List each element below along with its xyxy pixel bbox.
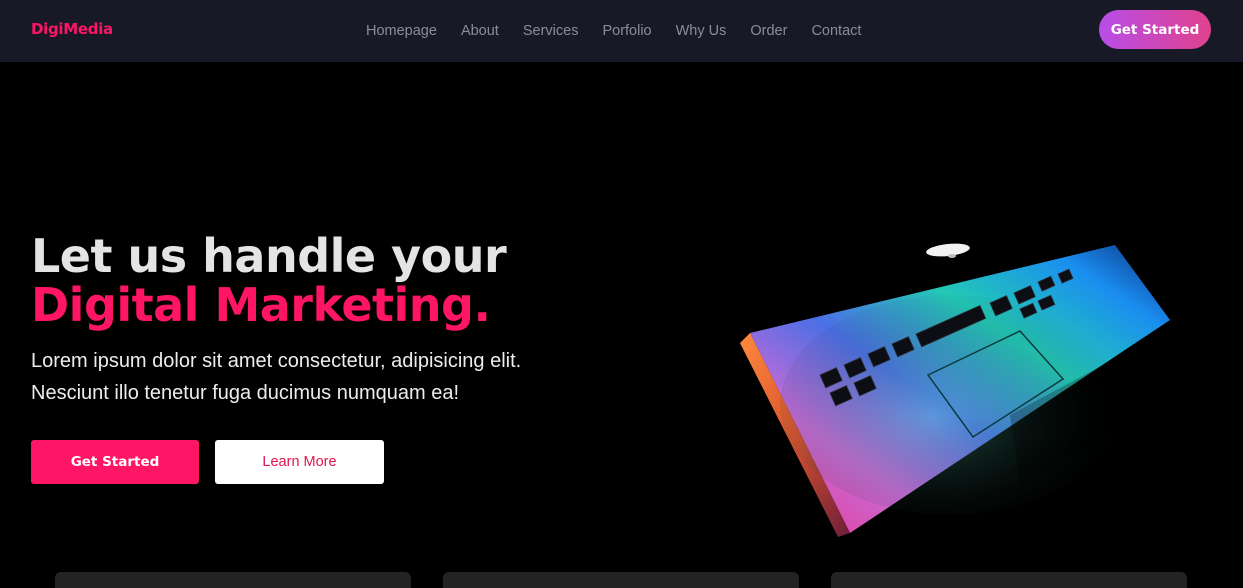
hero-subtitle: Lorem ipsum dolor sit amet consectetur, … <box>31 345 571 409</box>
feature-card-1 <box>55 572 411 588</box>
laptop-image <box>740 243 1170 537</box>
nav-link-why-us[interactable]: Why Us <box>664 23 739 39</box>
nav-link-order[interactable]: Order <box>738 23 799 39</box>
hero-subtitle-line2: Nesciunt illo tenetur fuga ducimus numqu… <box>31 382 460 404</box>
nav-links: Homepage About Services Porfolio Why Us … <box>354 0 873 62</box>
nav-link-homepage[interactable]: Homepage <box>354 23 449 39</box>
navbar: DigiMedia Homepage About Services Porfol… <box>0 0 1243 62</box>
nav-link-services[interactable]: Services <box>511 23 591 39</box>
hero-title-line1: Let us handle your <box>31 229 507 283</box>
hero-title: Let us handle your Digital Marketing. <box>31 229 507 332</box>
nav-get-started-button[interactable]: Get Started <box>1099 10 1211 49</box>
mouse-icon <box>926 243 970 258</box>
nav-link-portfolio[interactable]: Porfolio <box>590 23 663 39</box>
hero-subtitle-line1: Lorem ipsum dolor sit amet consectetur, … <box>31 350 522 372</box>
hero-title-line2: Digital Marketing. <box>31 278 491 332</box>
nav-link-about[interactable]: About <box>449 23 511 39</box>
feature-card-2 <box>443 572 799 588</box>
nav-link-contact[interactable]: Contact <box>799 23 873 39</box>
brand-logo[interactable]: DigiMedia <box>31 20 113 38</box>
hero-learn-more-button[interactable]: Learn More <box>215 440 384 484</box>
feature-card-3 <box>831 572 1187 588</box>
hero-get-started-button[interactable]: Get Started <box>31 440 199 484</box>
